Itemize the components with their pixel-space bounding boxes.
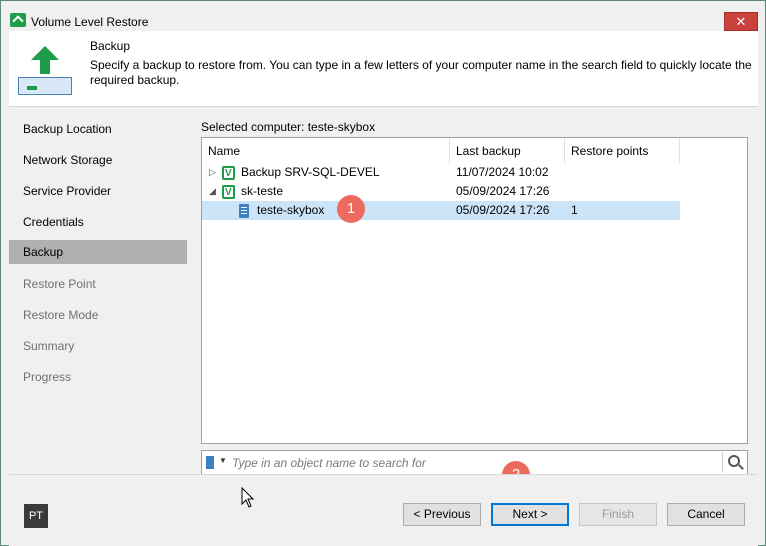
annotation-badge-1: 1 [337,195,365,223]
close-button[interactable]: ✕ [724,12,758,31]
chevron-down-icon: ▼ [219,456,227,465]
row-last-backup: 11/07/2024 10:02 [456,165,549,179]
table-row[interactable]: ◢ sk-teste 05/09/2024 17:26 [202,182,680,202]
volume-level-restore-window: Volume Level Restore ✕ Backup Specify a … [0,0,766,546]
mouse-cursor-icon [241,487,255,508]
column-header-restore-points[interactable]: Restore points [565,138,680,164]
wizard-steps-sidebar: Backup Location Network Storage Service … [9,108,187,473]
window-title: Volume Level Restore [31,15,149,29]
table-row-selected[interactable]: teste-skybox 05/09/2024 17:26 1 [202,201,680,220]
previous-button[interactable]: < Previous [403,503,481,526]
restore-backup-icon [17,43,73,97]
wizard-footer: PT < Previous Next > Finish Cancel [9,474,758,546]
sidebar-item-summary: Summary [23,339,75,353]
sidebar-item-restore-point: Restore Point [23,277,96,291]
sidebar-item-backup-location[interactable]: Backup Location [9,117,187,141]
table-row[interactable]: ▷ Backup SRV-SQL-DEVEL 11/07/2024 10:02 [202,163,680,183]
column-header-name[interactable]: Name [202,138,450,164]
object-type-dropdown[interactable]: ▼ [205,454,229,472]
computer-icon [206,456,214,469]
row-name: teste-skybox [257,203,325,217]
drive-icon [18,77,72,95]
next-button[interactable]: Next > [491,503,569,526]
row-restore-points: 1 [571,203,578,217]
sidebar-item-restore-mode: Restore Mode [23,308,99,322]
backups-tree-grid[interactable]: Name Last backup Restore points ▷ Backup… [201,137,748,444]
app-icon [10,13,26,27]
expand-arrow-icon[interactable]: ▷ [209,163,216,182]
finish-button: Finish [579,503,657,526]
sidebar-item-credentials[interactable]: Credentials [9,210,187,234]
row-name: Backup SRV-SQL-DEVEL [241,165,380,179]
title-bar: Volume Level Restore ✕ [1,1,765,31]
step-description: Specify a backup to restore from. You ca… [90,58,752,87]
collapse-arrow-icon[interactable]: ◢ [209,182,216,201]
veeam-backup-icon [222,183,235,202]
sidebar-item-backup[interactable]: Backup [9,240,187,264]
selected-computer-label: Selected computer: teste-skybox [201,120,376,134]
search-input[interactable] [232,454,712,472]
veeam-backup-icon [222,164,235,183]
cancel-button[interactable]: Cancel [667,503,745,526]
step-title: Backup [90,39,131,53]
column-header-last-backup[interactable]: Last backup [450,138,565,164]
search-button[interactable] [722,452,746,473]
row-last-backup: 05/09/2024 17:26 [456,203,550,217]
computer-icon [239,204,249,218]
row-name: sk-teste [241,184,284,198]
sidebar-item-service-provider[interactable]: Service Provider [9,179,187,203]
arrow-up-icon [31,46,59,74]
wizard-header: Backup Specify a backup to restore from.… [9,31,758,107]
sidebar-item-network-storage[interactable]: Network Storage [9,148,187,172]
sidebar-item-progress: Progress [23,370,72,384]
wizard-content: Selected computer: teste-skybox Name Las… [187,108,758,475]
user-badge: PT [24,504,48,528]
search-bar: ▼ [201,450,748,475]
row-last-backup: 05/09/2024 17:26 [456,184,550,198]
